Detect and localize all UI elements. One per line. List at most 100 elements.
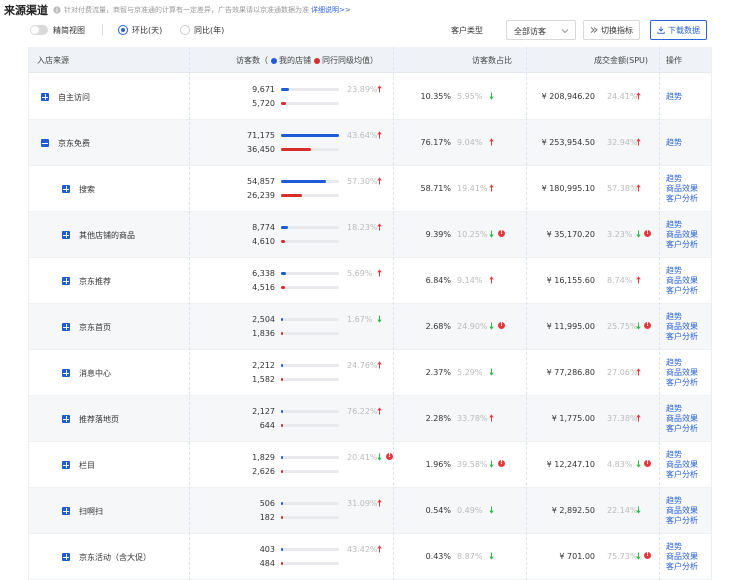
col-industry-avg: 同行同级均值） — [322, 56, 378, 65]
expand-icon[interactable] — [62, 185, 70, 193]
trend-link[interactable]: 趋势 — [666, 496, 698, 506]
table-header: 入店来源 访客数（ 我的店铺 同行同级均值） 访客数占比 成交金额(SPU) 操作 — [29, 47, 711, 73]
industry-bar-track — [281, 102, 339, 105]
table-row: 扫啊扫 506 182 31.09% 0.54% 0.49% ¥ 2,892.50 22.14… — [29, 488, 711, 534]
my-store-bar — [281, 410, 283, 413]
product-effect-link[interactable]: 商品效果 — [666, 414, 698, 424]
row-operations: 趋势 商品效果 客户分析 — [666, 542, 698, 572]
warning-icon[interactable] — [644, 459, 651, 467]
radio-mom[interactable] — [118, 25, 128, 35]
compact-view-toggle[interactable] — [30, 25, 48, 35]
arrow-down-icon — [489, 552, 494, 560]
arrow-up-icon — [377, 499, 382, 507]
customer-analysis-link[interactable]: 客户分析 — [666, 470, 698, 480]
warning-icon[interactable] — [644, 229, 651, 237]
warning-icon[interactable] — [498, 459, 505, 467]
expand-icon[interactable] — [62, 461, 70, 469]
visitor-share: 1.96% — [425, 460, 451, 469]
trend-link[interactable]: 趋势 — [666, 312, 698, 322]
trend-link[interactable]: 趋势 — [666, 358, 698, 368]
visitor-change-pct: 31.09% — [347, 499, 378, 508]
customer-analysis-link[interactable]: 客户分析 — [666, 378, 698, 388]
trend-link[interactable]: 趋势 — [666, 92, 682, 102]
expand-icon[interactable] — [62, 507, 70, 515]
customer-analysis-link[interactable]: 客户分析 — [666, 516, 698, 526]
sales-amount-change: 27.06% — [607, 368, 638, 377]
expand-icon[interactable] — [62, 553, 70, 561]
collapse-icon[interactable] — [41, 139, 49, 147]
switch-metric-button[interactable]: 切换指标 — [583, 20, 640, 40]
customer-type-select[interactable]: 全部访客 — [506, 20, 576, 40]
row-operations: 趋势 — [666, 138, 682, 148]
customer-analysis-link[interactable]: 客户分析 — [666, 286, 698, 296]
trend-link[interactable]: 趋势 — [666, 450, 698, 460]
download-label: 下载数据 — [668, 25, 700, 35]
details-link[interactable]: 详细说明>> — [311, 5, 351, 15]
radio-yoy[interactable] — [180, 25, 190, 35]
industry-bar-track — [281, 516, 339, 519]
visitor-change-pct: 23.89% — [347, 85, 378, 94]
industry-bar — [281, 102, 286, 105]
visitor-share-change: 5.95% — [457, 92, 483, 101]
trend-link[interactable]: 趋势 — [666, 174, 698, 184]
industry-bar-track — [281, 378, 339, 381]
expand-icon[interactable] — [62, 277, 70, 285]
row-operations: 趋势 商品效果 客户分析 — [666, 220, 698, 250]
customer-analysis-link[interactable]: 客户分析 — [666, 240, 698, 250]
expand-icon[interactable] — [62, 231, 70, 239]
product-effect-link[interactable]: 商品效果 — [666, 368, 698, 378]
product-effect-link[interactable]: 商品效果 — [666, 460, 698, 470]
arrow-down-icon — [489, 230, 494, 238]
product-effect-link[interactable]: 商品效果 — [666, 322, 698, 332]
my-store-bar — [281, 88, 289, 91]
customer-analysis-link[interactable]: 客户分析 — [666, 194, 698, 204]
warning-icon[interactable] — [644, 321, 651, 329]
visitor-change-pct: 1.67% — [347, 315, 373, 324]
my-store-visitors: 6,338 — [252, 269, 275, 278]
industry-visitors: 26,239 — [247, 191, 275, 200]
sales-amount: ¥ 35,170.20 — [546, 230, 595, 239]
product-effect-link[interactable]: 商品效果 — [666, 552, 698, 562]
visitor-share-change: 24.90% — [457, 322, 488, 331]
warning-icon[interactable] — [498, 321, 505, 329]
customer-analysis-link[interactable]: 客户分析 — [666, 424, 698, 434]
expand-icon[interactable] — [41, 93, 49, 101]
product-effect-link[interactable]: 商品效果 — [666, 184, 698, 194]
warning-icon[interactable] — [644, 551, 651, 559]
industry-bar-track — [281, 332, 339, 335]
trend-link[interactable]: 趋势 — [666, 266, 698, 276]
industry-bar — [281, 148, 311, 151]
warning-icon[interactable] — [498, 229, 505, 237]
warning-icon[interactable] — [386, 452, 393, 460]
trend-link[interactable]: 趋势 — [666, 542, 698, 552]
col-my-store: 我的店铺 — [279, 56, 311, 65]
arrow-down-icon — [489, 460, 494, 468]
trend-link[interactable]: 趋势 — [666, 404, 698, 414]
expand-icon[interactable] — [62, 369, 70, 377]
product-effect-link[interactable]: 商品效果 — [666, 276, 698, 286]
customer-analysis-link[interactable]: 客户分析 — [666, 562, 698, 572]
visitor-change-pct: 18.23% — [347, 223, 378, 232]
radio-mom-label: 环比(天) — [132, 26, 163, 35]
source-name: 京东推荐 — [79, 277, 111, 286]
trend-link[interactable]: 趋势 — [666, 138, 682, 148]
product-effect-link[interactable]: 商品效果 — [666, 230, 698, 240]
industry-visitors: 36,450 — [247, 145, 275, 154]
my-store-bar-track — [281, 134, 339, 137]
expand-icon[interactable] — [62, 415, 70, 423]
industry-visitors: 484 — [259, 559, 275, 568]
chevron-down-icon — [561, 29, 569, 34]
expand-icon[interactable] — [62, 323, 70, 331]
customer-analysis-link[interactable]: 客户分析 — [666, 332, 698, 342]
industry-bar — [281, 378, 283, 381]
sales-amount-change: 57.38% — [607, 184, 638, 193]
product-effect-link[interactable]: 商品效果 — [666, 506, 698, 516]
my-store-bar-track — [281, 548, 339, 551]
arrow-up-icon — [377, 177, 382, 185]
customer-type-value: 全部访客 — [514, 27, 546, 36]
trend-link[interactable]: 趋势 — [666, 220, 698, 230]
header-note: 针对付费流量，商智与京准通的计算有一定差异，广告效果请以京准通数据为准 — [64, 6, 309, 14]
download-button[interactable]: 下载数据 — [650, 20, 707, 40]
source-name: 消息中心 — [79, 369, 111, 378]
visitor-share-change: 10.25% — [457, 230, 488, 239]
